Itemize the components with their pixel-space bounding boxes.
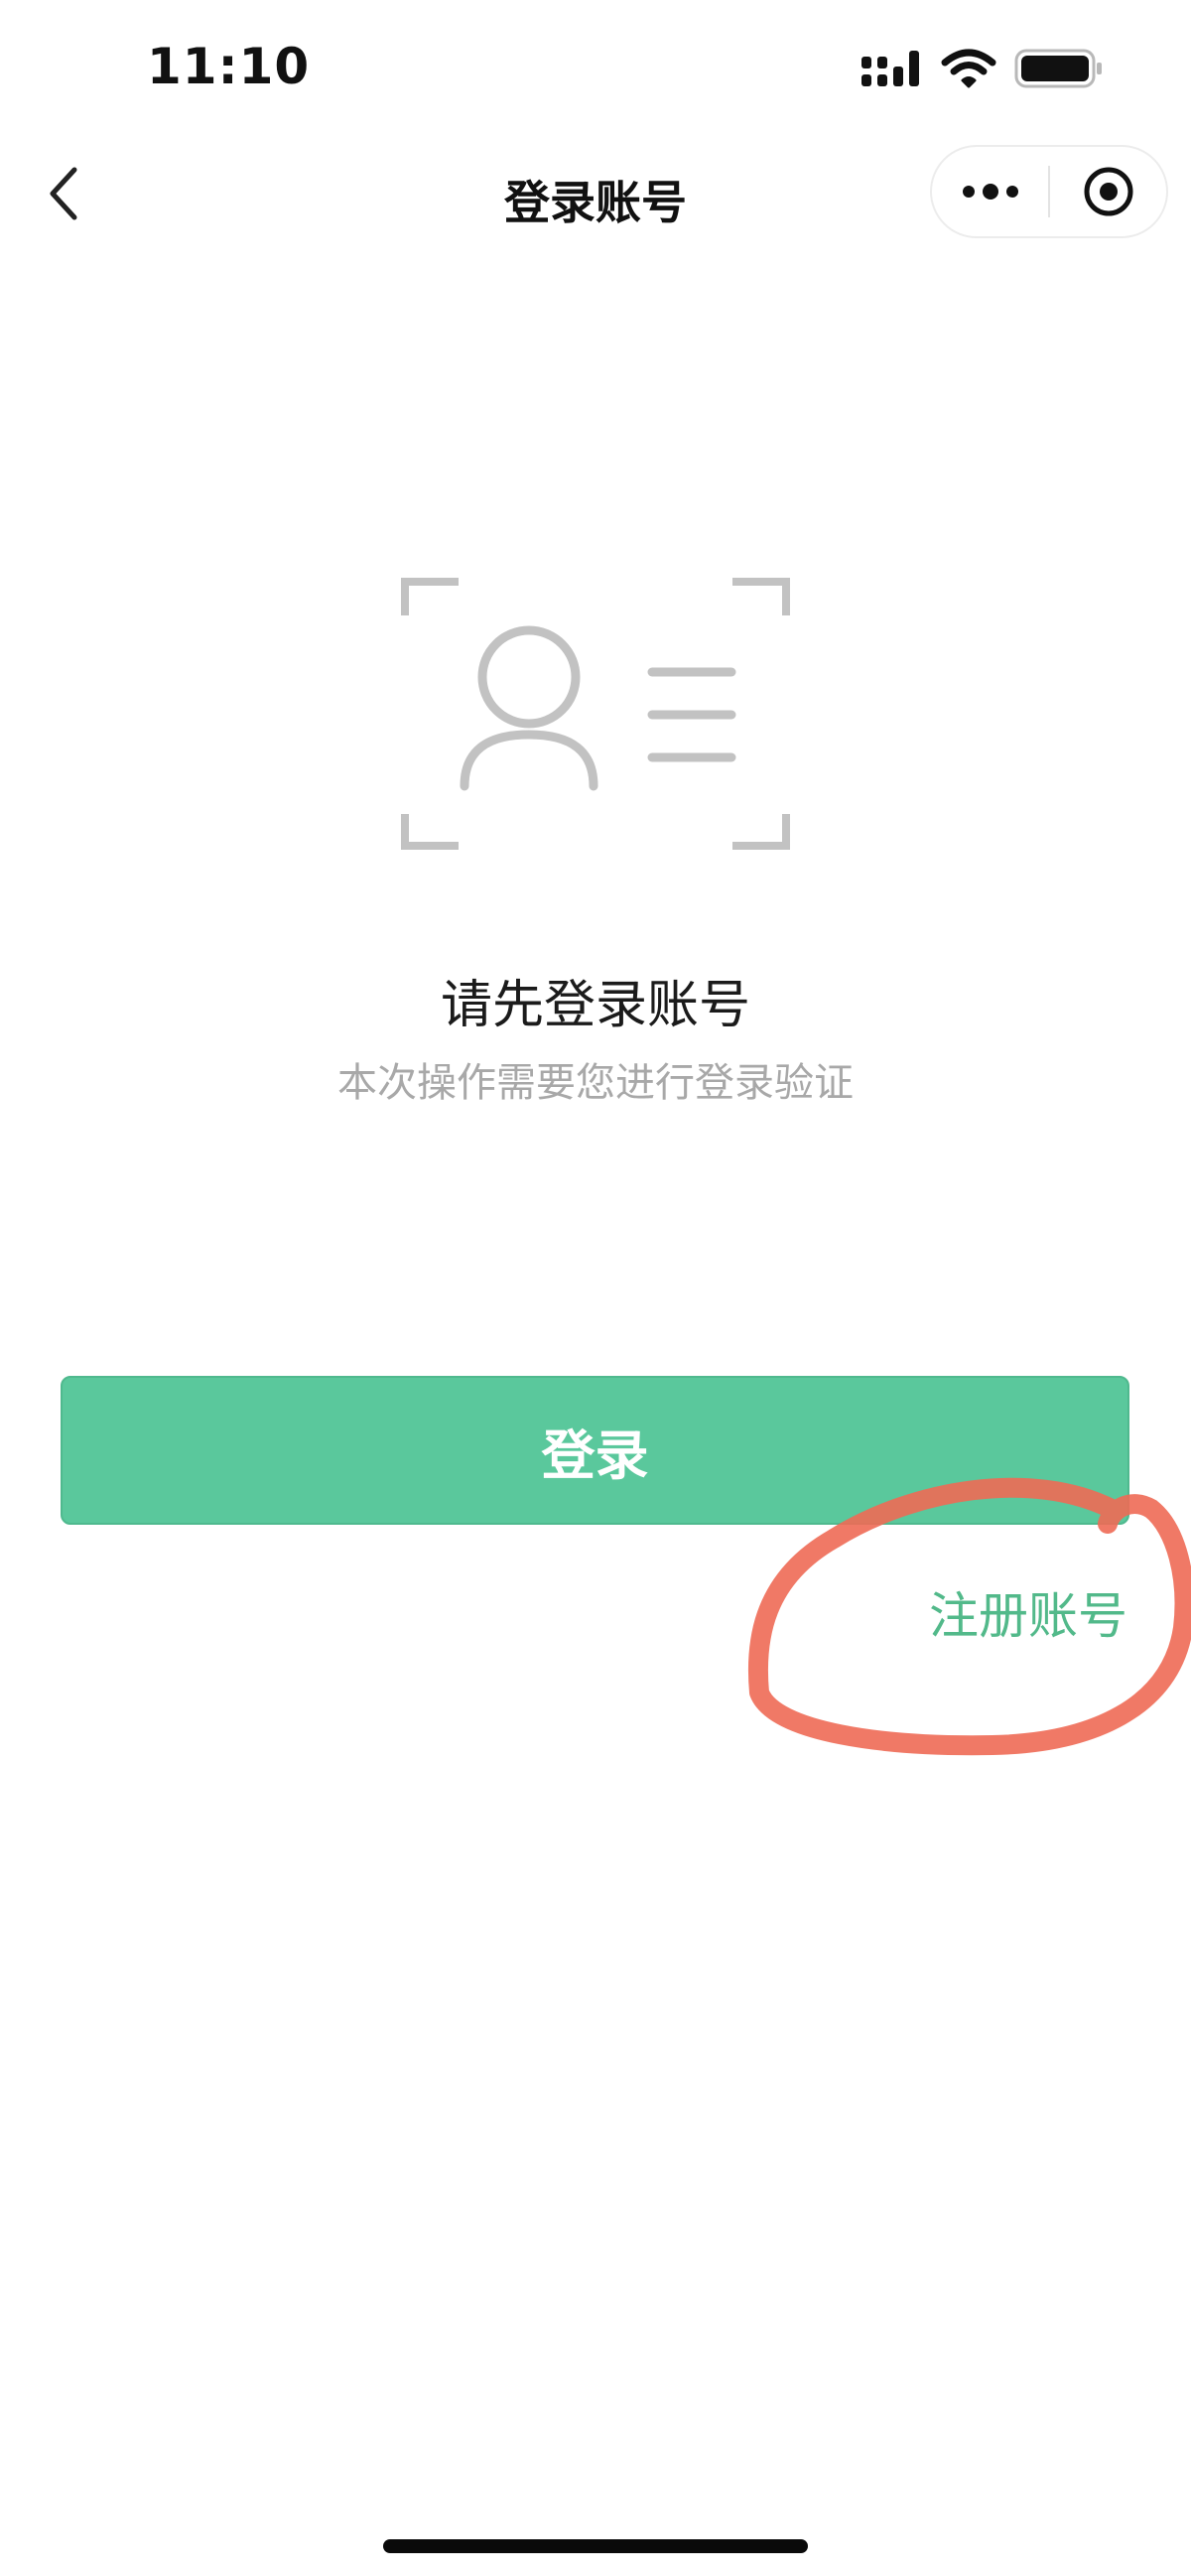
signal-icon (861, 51, 919, 86)
register-account-link[interactable]: 注册账号 (929, 1576, 1127, 1648)
target-icon (1084, 167, 1132, 216)
home-indicator (383, 2539, 808, 2553)
prompt-subtitle: 本次操作需要您进行登录验证 (337, 1060, 854, 1106)
nav-bar: 登录账号 (0, 139, 1191, 248)
prompt-title: 请先登录账号 (440, 976, 750, 1035)
wifi-icon (941, 49, 996, 88)
status-bar: 11:10 (0, 0, 1191, 139)
more-icon (962, 184, 1018, 200)
close-mini-program-button[interactable] (1050, 147, 1166, 236)
status-time: 11:10 (147, 38, 311, 95)
mini-program-capsule (930, 145, 1168, 238)
login-button[interactable]: 登录 (61, 1376, 1129, 1525)
more-button[interactable] (932, 147, 1048, 236)
user-id-card-icon (401, 578, 790, 850)
status-icons (861, 48, 1104, 89)
battery-icon (1014, 49, 1102, 88)
